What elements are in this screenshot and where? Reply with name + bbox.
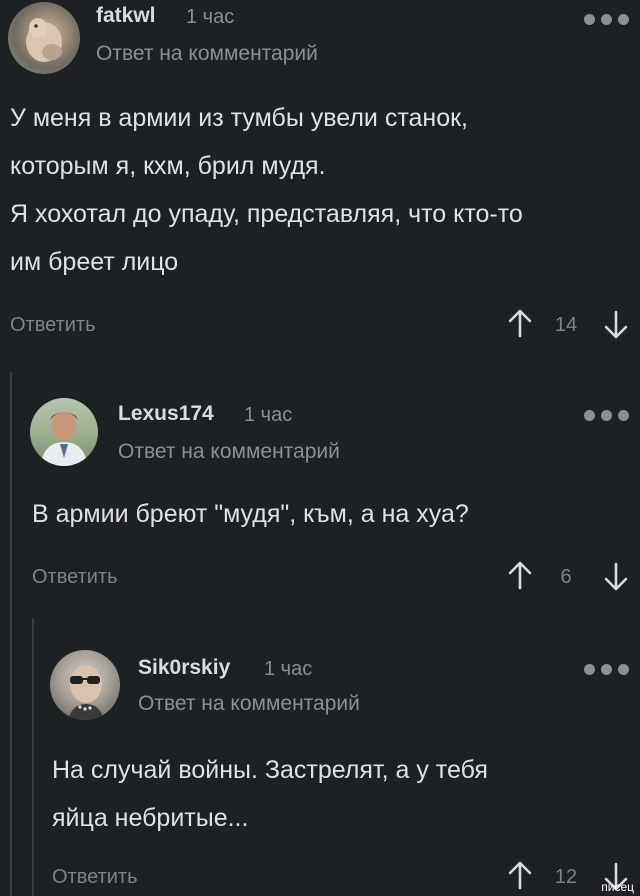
vote-count: 14 <box>554 314 578 336</box>
username[interactable]: Sik0rskiy <box>138 656 230 680</box>
avatar[interactable] <box>30 398 98 466</box>
reply-to-label[interactable]: Ответ на комментарий <box>138 692 360 716</box>
avatar[interactable] <box>8 2 80 74</box>
man-photo-icon <box>40 412 88 466</box>
comment-text-line: В армии бреют "мудя", към, а на хуа? <box>32 500 469 528</box>
more-options-icon[interactable] <box>584 662 630 676</box>
comment-text-line: На случай войны. Застрелят, а у тебя <box>52 756 488 784</box>
upvote-arrow-icon[interactable] <box>506 860 534 890</box>
timestamp: 1 час <box>244 404 293 426</box>
more-options-icon[interactable] <box>584 12 630 26</box>
comment-text-line: яйца небритые... <box>52 804 249 832</box>
upvote-arrow-icon[interactable] <box>506 560 534 590</box>
comment-text-line: им бреет лицо <box>10 248 179 276</box>
sunglasses-man-icon <box>68 665 104 720</box>
comment-text-line: Я хохотал до упаду, представляя, что кто… <box>10 200 523 228</box>
comment-text-line: У меня в армии из тумбы увели станок, <box>10 104 469 132</box>
reply-to-label[interactable]: Ответ на комментарий <box>96 42 318 66</box>
reply-to-label[interactable]: Ответ на комментарий <box>118 440 340 464</box>
upvote-arrow-icon[interactable] <box>506 308 534 338</box>
vote-count: 12 <box>554 866 578 888</box>
comment-text-line: которым я, кхм, брил мудя. <box>10 152 326 180</box>
username[interactable]: Lexus174 <box>118 402 214 426</box>
watermark: писец <box>601 880 634 894</box>
thread-line-level-2 <box>32 618 34 896</box>
vote-count: 6 <box>560 566 572 588</box>
avatar[interactable] <box>50 650 120 720</box>
reply-button[interactable]: Ответить <box>52 866 138 889</box>
more-options-icon[interactable] <box>584 408 630 422</box>
timestamp: 1 час <box>186 6 235 28</box>
cat-photo-icon <box>26 18 62 62</box>
reply-button[interactable]: Ответить <box>32 566 118 589</box>
thread-line-level-1 <box>10 372 12 896</box>
downvote-arrow-icon[interactable] <box>602 562 630 592</box>
reply-button[interactable]: Ответить <box>10 314 96 337</box>
username[interactable]: fatkwl <box>96 4 156 28</box>
timestamp: 1 час <box>264 658 313 680</box>
downvote-arrow-icon[interactable] <box>602 310 630 340</box>
